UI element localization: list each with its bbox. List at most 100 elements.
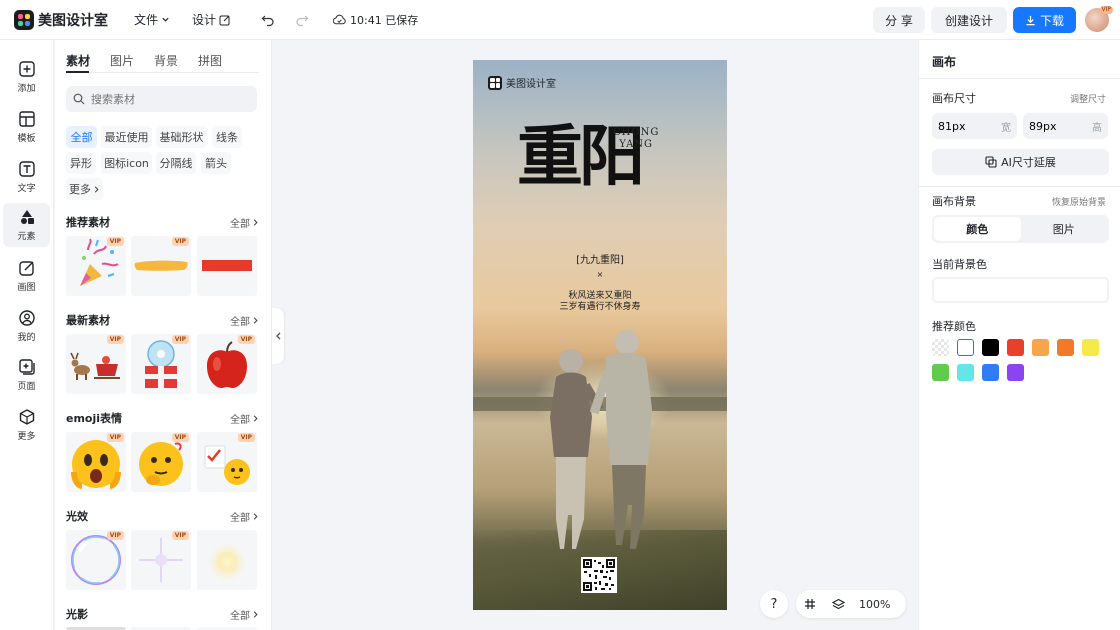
- nav-more[interactable]: 更多: [3, 403, 50, 447]
- nav-add[interactable]: 添加: [3, 55, 50, 99]
- height-field[interactable]: 高: [1023, 113, 1108, 139]
- chip-irregular[interactable]: 异形: [66, 152, 96, 174]
- chevron-right-icon: [253, 610, 258, 618]
- text-icon: [18, 161, 35, 177]
- canvas-size-label: 画布尺寸: [932, 92, 976, 105]
- asset-tile-party-popper[interactable]: VIP: [66, 236, 126, 296]
- chip-arrows[interactable]: 箭头: [201, 152, 231, 174]
- draw-icon: [18, 261, 34, 276]
- undo-icon[interactable]: [261, 13, 275, 27]
- chip-more[interactable]: 更多: [66, 178, 103, 200]
- view-all-link[interactable]: 全部: [230, 215, 259, 230]
- zoom-toolbar: 100%: [796, 590, 906, 618]
- asset-tile-emoji-shocked[interactable]: VIP: [66, 432, 126, 492]
- chip-recent[interactable]: 最近使用: [101, 126, 152, 148]
- color-swatch[interactable]: [982, 364, 999, 381]
- avatar[interactable]: VIP: [1085, 6, 1113, 32]
- asset-tile-brush-stroke[interactable]: VIP: [131, 236, 191, 296]
- view-all-link[interactable]: 全部: [230, 411, 259, 426]
- width-unit: 宽: [1001, 122, 1011, 134]
- grid-icon[interactable]: [804, 598, 816, 610]
- design-canvas[interactable]: 美图设计室 重阳 CHONG YANG [九九重阳] × 秋风送来又重阳 三岁有…: [473, 60, 727, 610]
- nav-draw[interactable]: 画图: [3, 254, 50, 298]
- share-button[interactable]: 分 享: [873, 7, 925, 33]
- width-input[interactable]: [938, 119, 988, 133]
- asset-tile-sparkle[interactable]: VIP: [131, 530, 191, 590]
- app-logo[interactable]: 美图设计室: [14, 9, 108, 30]
- plus-square-icon: [18, 61, 35, 77]
- nav-page[interactable]: 页面: [3, 353, 50, 397]
- width-field[interactable]: 宽: [932, 113, 1017, 139]
- left-nav: 添加 模板 文字 元素 画图 我的 页面 更多: [0, 40, 54, 630]
- section-title: 最新素材: [66, 314, 110, 327]
- color-swatch[interactable]: [932, 364, 949, 381]
- asset-tile-reindeer-sleigh[interactable]: VIP: [66, 334, 126, 394]
- search-input[interactable]: [91, 92, 241, 106]
- asset-tile-emoji-thinking[interactable]: VIP: [131, 432, 191, 492]
- red-bar-shape: [202, 260, 252, 271]
- chip-basic-shapes[interactable]: 基础形状: [156, 126, 207, 148]
- color-swatch[interactable]: [932, 339, 949, 356]
- asset-tile-snow-globe-gift[interactable]: VIP: [131, 334, 191, 394]
- asset-tile-apple[interactable]: VIP: [197, 334, 257, 394]
- redo-icon[interactable]: [295, 13, 309, 27]
- color-swatch[interactable]: [1082, 339, 1099, 356]
- file-menu[interactable]: 文件: [134, 7, 170, 32]
- nav-text[interactable]: 文字: [3, 155, 50, 199]
- canvas-separator[interactable]: ×: [473, 270, 727, 279]
- color-swatch[interactable]: [1007, 339, 1024, 356]
- canvas-logo[interactable]: 美图设计室: [488, 75, 556, 90]
- color-swatch[interactable]: [957, 339, 974, 356]
- color-swatch[interactable]: [1007, 364, 1024, 381]
- search-box[interactable]: [66, 86, 257, 112]
- section-title: 光影: [66, 608, 88, 621]
- canvas-pinyin[interactable]: CHONG YANG: [613, 127, 659, 151]
- canvas-logo-mark-icon: [488, 75, 502, 90]
- template-icon: [18, 111, 35, 127]
- zoom-level[interactable]: 100%: [859, 598, 890, 611]
- asset-tile-bubble[interactable]: VIP: [66, 530, 126, 590]
- color-swatch[interactable]: [957, 364, 974, 381]
- chip-all[interactable]: 全部: [66, 126, 97, 148]
- chip-lines[interactable]: 线条: [212, 126, 242, 148]
- share-label: 分 享: [885, 13, 913, 28]
- segment-image[interactable]: 图片: [1021, 217, 1108, 241]
- save-status-text: 10:41 已保存: [350, 13, 419, 27]
- help-button[interactable]: ?: [760, 590, 788, 618]
- qr-code[interactable]: [581, 557, 617, 593]
- asset-tile-emoji-checklist[interactable]: VIP: [197, 432, 257, 492]
- layers-icon[interactable]: [832, 598, 845, 611]
- canvas-poem-line-2[interactable]: 三岁有遇行不休身寿: [473, 299, 727, 312]
- canvas-subtitle[interactable]: [九九重阳]: [473, 251, 727, 266]
- nav-add-label: 添加: [17, 84, 36, 94]
- asset-tile-glow[interactable]: [197, 530, 257, 590]
- height-input[interactable]: [1029, 119, 1079, 133]
- current-bg-color-field[interactable]: [932, 277, 1109, 303]
- elderly-couple-figure[interactable]: [530, 325, 680, 560]
- help-label: ?: [770, 596, 778, 612]
- asset-tile-red-bar[interactable]: [197, 236, 257, 296]
- download-button[interactable]: 下载: [1013, 7, 1076, 33]
- color-swatch[interactable]: [1057, 339, 1074, 356]
- ai-resize-button[interactable]: AI尺寸延展: [932, 149, 1109, 175]
- segment-color[interactable]: 颜色: [934, 217, 1021, 241]
- collapse-panel-handle[interactable]: [272, 308, 284, 364]
- view-all-link[interactable]: 全部: [230, 509, 259, 524]
- color-swatch[interactable]: [1032, 339, 1049, 356]
- nav-mine[interactable]: 我的: [3, 304, 50, 348]
- add-page-icon: [18, 359, 35, 375]
- background-type-toggle: 颜色 图片: [932, 215, 1109, 243]
- adjust-size-link[interactable]: 调整尺寸: [1070, 92, 1106, 105]
- nav-template[interactable]: 模板: [3, 105, 50, 149]
- view-all-link[interactable]: 全部: [230, 607, 259, 622]
- color-swatch[interactable]: [982, 339, 999, 356]
- view-all-label: 全部: [230, 512, 250, 524]
- avatar-vip-badge: VIP: [1099, 6, 1113, 14]
- view-all-link[interactable]: 全部: [230, 313, 259, 328]
- design-title[interactable]: 设计: [192, 7, 231, 32]
- create-design-button[interactable]: 创建设计: [931, 7, 1007, 33]
- nav-elements[interactable]: 元素: [3, 203, 50, 247]
- chip-icons[interactable]: 图标icon: [101, 152, 152, 174]
- chip-dividers[interactable]: 分隔线: [156, 152, 196, 174]
- restore-background-link[interactable]: 恢复原始背景: [1052, 195, 1106, 208]
